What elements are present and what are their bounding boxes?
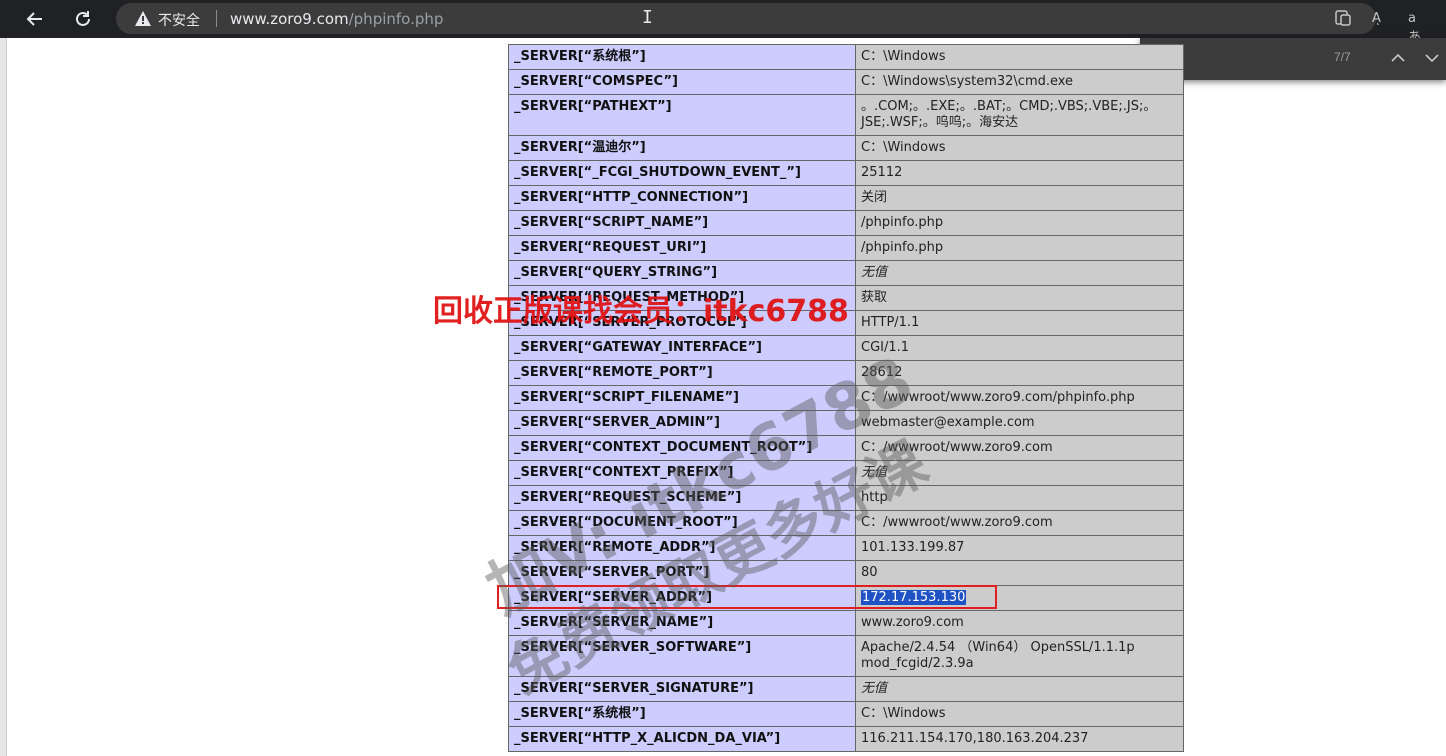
row-value[interactable]: C：\Windows [855, 44, 1184, 70]
row-value[interactable]: C：/wwwroot/www.zoro9.com [855, 510, 1184, 536]
find-match-count: 7/7 [1334, 50, 1351, 64]
row-value[interactable]: 关闭 [855, 185, 1184, 211]
table-row: _SERVER[“_FCGI_SHUTDOWN_EVENT_”] 25112 [507, 160, 1184, 186]
red-banner-text: 回收正版课找会员：itkc6788 [433, 294, 849, 329]
chevron-up-icon[interactable] [1388, 48, 1408, 68]
row-value[interactable]: C：\Windows [855, 701, 1184, 727]
page-left-edge [0, 38, 7, 756]
row-key: _SERVER[“GATEWAY_INTERFACE”] [507, 335, 857, 361]
row-value[interactable]: 获取 [855, 285, 1184, 311]
row-key: _SERVER[“系统根”] [507, 701, 857, 727]
row-key: _SERVER[“REQUEST_URI”] [507, 235, 857, 261]
row-value[interactable]: 116.211.154.170,180.163.204.237 [855, 726, 1184, 752]
table-row: _SERVER[“SCRIPT_NAME”]/phpinfo.php [507, 210, 1184, 236]
text-cursor-icon: I [642, 7, 653, 28]
row-key: _SERVER[“QUERY_STRING”] [507, 260, 857, 286]
url-text[interactable]: www.zoro9.com/phpinfo.php [230, 10, 443, 28]
row-value[interactable]: 无值 [855, 676, 1184, 702]
reader-view-icon[interactable] [1334, 9, 1352, 27]
security-status[interactable]: 不安全 [158, 10, 200, 30]
row-key: _SERVER[“HTTP_X_ALICDN_DA_VIA”] [507, 726, 857, 752]
row-value[interactable]: CGI/1.1 [855, 335, 1184, 361]
row-value[interactable]: /phpinfo.php [855, 235, 1184, 261]
reload-button[interactable] [68, 4, 98, 34]
chevron-down-icon[interactable] [1422, 48, 1442, 68]
table-row: _SERVER[“SERVER_SIGNATURE”] 无值 [507, 676, 1184, 702]
row-value[interactable]: C：\Windows\system32\cmd.exe [855, 69, 1184, 95]
table-row: _SERVER[“HTTP_X_ALICDN_DA_VIA”] 116.211.1… [507, 726, 1184, 752]
row-value[interactable]: 无值 [855, 260, 1184, 286]
row-value[interactable]: 。.COM;。.EXE;。.BAT;。CMD;.VBS;.VBE;.JS;。JS… [855, 94, 1184, 136]
url-path: /phpinfo.php [348, 10, 444, 28]
row-value[interactable]: HTTP/1.1 [855, 310, 1184, 336]
back-button[interactable] [20, 4, 50, 34]
address-bar[interactable]: 不安全 www.zoro9.com/phpinfo.php I Aͅ aあ [116, 3, 1421, 45]
read-aloud-icon[interactable]: Aͅ [1372, 11, 1381, 26]
row-value[interactable]: /phpinfo.php [855, 210, 1184, 236]
row-key: _SERVER[“温迪尔”] [507, 135, 857, 161]
browser-toolbar: 不安全 www.zoro9.com/phpinfo.php I Aͅ aあ [0, 0, 1446, 45]
table-row: _SERVER[“REQUEST_URI”]/phpinfo.php [507, 235, 1184, 261]
table-row: _SERVER[“系统根”] C：\Windows [507, 44, 1184, 70]
table-row: _SERVER[“QUERY_STRING”] 无值 [507, 260, 1184, 286]
table-row: _SERVER[“温迪尔”] C：\Windows [507, 135, 1184, 161]
row-value[interactable]: Apache/2.4.54 （Win64） OpenSSL/1.1.1p mod… [855, 635, 1184, 677]
row-value[interactable]: 80 [855, 560, 1184, 586]
reload-icon [76, 11, 90, 26]
warning-icon[interactable] [134, 10, 152, 27]
row-key: _SERVER[“COMSPEC”] [507, 69, 857, 95]
row-value[interactable]: www.zoro9.com [855, 610, 1184, 636]
row-key: _SERVER[“系统根”] [507, 44, 857, 70]
row-value[interactable]: C：\Windows [855, 135, 1184, 161]
find-bar: host 7/7 [1140, 38, 1446, 80]
address-separator [216, 10, 217, 27]
row-value[interactable]: 101.133.199.87 [855, 535, 1184, 561]
row-key: _SERVER[“PATHEXT”] [507, 94, 857, 136]
back-arrow-icon [26, 12, 42, 26]
table-row: _SERVER[“COMSPEC”] C：\Windows\system32\cm… [507, 69, 1184, 95]
row-key: _SERVER[“_FCGI_SHUTDOWN_EVENT_”] [507, 160, 857, 186]
table-row: _SERVER[“PATHEXT”] 。.COM;。.EXE;。.BAT;。CMD… [507, 94, 1184, 136]
table-row: _SERVER[“HTTP_CONNECTION”] 关闭 [507, 185, 1184, 211]
row-key: _SERVER[“SCRIPT_NAME”] [507, 210, 857, 236]
table-row: _SERVER[“系统根”] C：\Windows [507, 701, 1184, 727]
row-key: _SERVER[“HTTP_CONNECTION”] [507, 185, 857, 211]
url-host: www.zoro9.com [230, 10, 349, 28]
row-value[interactable]: 25112 [855, 160, 1184, 186]
